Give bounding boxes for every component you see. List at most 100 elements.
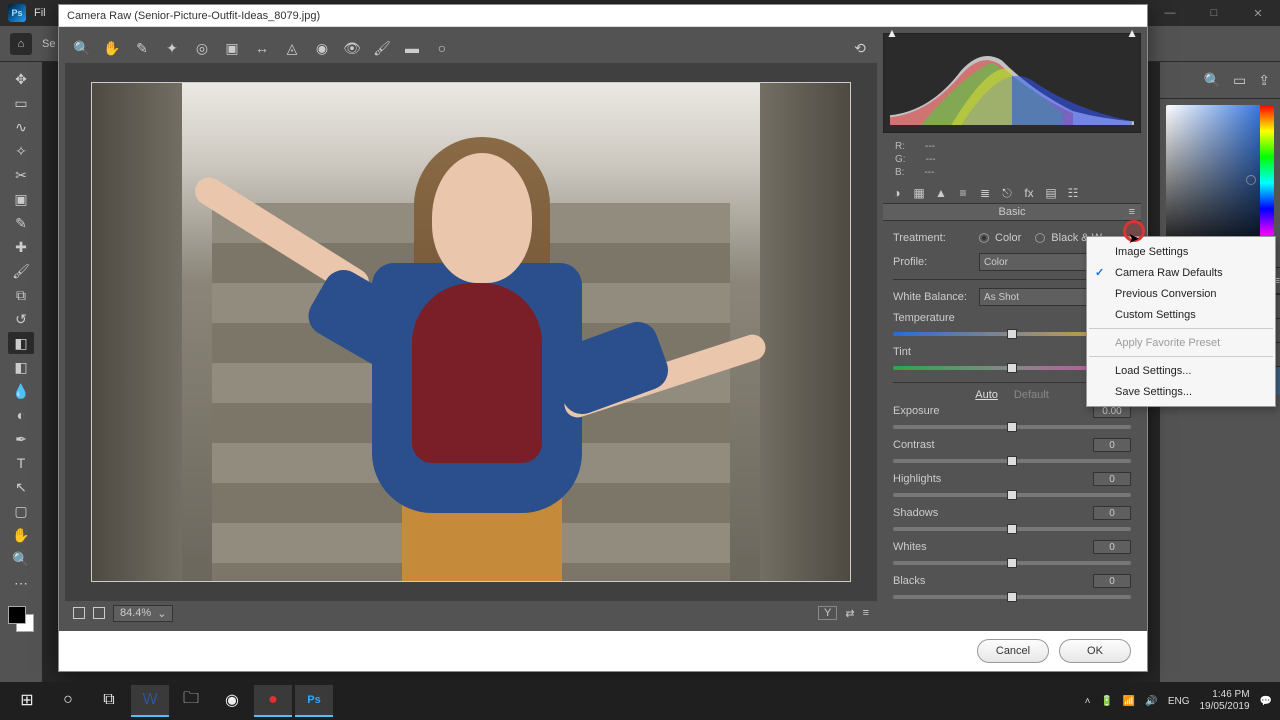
contrast-slider[interactable]	[893, 455, 1131, 467]
search-icon[interactable]: 🔍	[1204, 72, 1221, 89]
treatment-bw-radio[interactable]	[1035, 233, 1045, 243]
tray-chevron-icon[interactable]: ˄	[1085, 696, 1091, 707]
cr-target-adjust-icon[interactable]: ◎	[193, 39, 211, 57]
cr-redeye-icon[interactable]: 👁	[343, 39, 361, 57]
start-button[interactable]: ⊞	[8, 685, 46, 717]
shadows-slider[interactable]	[893, 523, 1131, 535]
cancel-button[interactable]: Cancel	[977, 639, 1049, 663]
tray-lang[interactable]: ENG	[1168, 696, 1190, 707]
explorer-icon[interactable]: 🗀	[172, 685, 210, 717]
path-tool-icon[interactable]: ↖	[8, 476, 34, 498]
tab-detail-icon[interactable]: ▲	[933, 185, 949, 201]
heal-tool-icon[interactable]: ✚	[8, 236, 34, 258]
eraser-tool-icon[interactable]: ◧	[8, 332, 34, 354]
ok-button[interactable]: OK	[1059, 639, 1131, 663]
gradient-tool-icon[interactable]: ◧	[8, 356, 34, 378]
cr-rotate-icon[interactable]: ⟲	[851, 39, 869, 57]
shadows-value[interactable]: 0	[1093, 506, 1131, 520]
frame-tool-icon[interactable]: ▣	[8, 188, 34, 210]
tab-fx-icon[interactable]: fx	[1021, 185, 1037, 201]
share-icon[interactable]: ⇪	[1258, 72, 1270, 89]
panel-flyout-icon[interactable]: ≡	[1129, 206, 1135, 218]
search-taskbar-icon[interactable]: ○	[49, 685, 87, 717]
menu-custom-settings[interactable]: Custom Settings	[1087, 304, 1275, 325]
exposure-slider[interactable]	[893, 421, 1131, 433]
tray-volume-icon[interactable]: 🔊	[1145, 696, 1157, 707]
menu-camera-raw-defaults[interactable]: Camera Raw Defaults	[1087, 262, 1275, 283]
cr-straighten-icon[interactable]: ↔	[253, 39, 271, 57]
lasso-tool-icon[interactable]: ∿	[8, 116, 34, 138]
histogram[interactable]: ▲ ▲	[883, 33, 1141, 133]
tray-clock[interactable]: 1:46 PM19/05/2019	[1199, 689, 1249, 713]
menu-file[interactable]: Fil	[34, 7, 46, 19]
cr-zoom-tool-icon[interactable]: 🔍	[73, 39, 91, 57]
tab-calib-icon[interactable]: ▤	[1043, 185, 1059, 201]
highlights-slider[interactable]	[893, 489, 1131, 501]
chrome-icon[interactable]: ◉	[213, 685, 251, 717]
settings-footer-icon[interactable]: ≡	[863, 607, 869, 619]
stamp-tool-icon[interactable]: ⧉	[8, 284, 34, 306]
contrast-value[interactable]: 0	[1093, 438, 1131, 452]
default-button[interactable]: Default	[1014, 389, 1049, 401]
shape-tool-icon[interactable]: ▢	[8, 500, 34, 522]
tab-lens-icon[interactable]: ⎋	[999, 185, 1015, 201]
word-icon[interactable]: W	[131, 685, 169, 717]
menu-load-settings[interactable]: Load Settings...	[1087, 360, 1275, 381]
menu-save-settings[interactable]: Save Settings...	[1087, 381, 1275, 402]
recorder-icon[interactable]: ●	[254, 685, 292, 717]
menu-image-settings[interactable]: Image Settings	[1087, 241, 1275, 262]
history-brush-icon[interactable]: ↺	[8, 308, 34, 330]
cr-brush-icon[interactable]: 🖌	[373, 39, 391, 57]
cr-crop-tool-icon[interactable]: ▣	[223, 39, 241, 57]
treatment-color-radio[interactable]	[979, 233, 989, 243]
shadow-clip-icon[interactable]: ▲	[886, 27, 898, 40]
tray-wifi-icon[interactable]: 📶	[1123, 696, 1135, 707]
color-swatch[interactable]	[8, 606, 34, 632]
home-icon[interactable]: ⌂	[10, 33, 32, 55]
tab-basic-icon[interactable]: ◑	[889, 185, 905, 201]
cr-radial-filter-icon[interactable]: ○	[433, 39, 451, 57]
move-tool-icon[interactable]: ✥	[8, 68, 34, 90]
workspace-icon[interactable]: ▭	[1233, 72, 1246, 89]
cr-wb-tool-icon[interactable]: ✎	[133, 39, 151, 57]
cr-grad-filter-icon[interactable]: ▬	[403, 39, 421, 57]
notifications-icon[interactable]: 💬	[1260, 696, 1272, 707]
maximize-button[interactable]: □	[1192, 0, 1236, 26]
tab-presets-icon[interactable]: ☷	[1065, 185, 1081, 201]
tray-battery-icon[interactable]: 🔋	[1100, 696, 1112, 707]
whites-value[interactable]: 0	[1093, 540, 1131, 554]
type-tool-icon[interactable]: T	[8, 452, 34, 474]
wand-tool-icon[interactable]: ✧	[8, 140, 34, 162]
minimize-button[interactable]: —	[1148, 0, 1192, 26]
color-picker-ring[interactable]	[1246, 175, 1256, 185]
zoom-dropdown[interactable]: 84.4%⌄	[113, 605, 173, 622]
save-image-icon[interactable]	[73, 607, 85, 619]
blur-tool-icon[interactable]: 💧	[8, 380, 34, 402]
tab-hsl-icon[interactable]: ≡	[955, 185, 971, 201]
cr-transform-icon[interactable]: ◬	[283, 39, 301, 57]
zoom-tool-icon[interactable]: 🔍	[8, 548, 34, 570]
menu-previous-conversion[interactable]: Previous Conversion	[1087, 283, 1275, 304]
grid-icon[interactable]	[93, 607, 105, 619]
before-after-toggle[interactable]: Y	[818, 606, 837, 620]
more-tools-icon[interactable]: ⋯	[8, 572, 34, 594]
auto-button[interactable]: Auto	[975, 389, 998, 401]
marquee-tool-icon[interactable]: ▭	[8, 92, 34, 114]
brush-tool-icon[interactable]: 🖌	[8, 260, 34, 282]
highlights-value[interactable]: 0	[1093, 472, 1131, 486]
crop-tool-icon[interactable]: ✂	[8, 164, 34, 186]
cr-hand-tool-icon[interactable]: ✋	[103, 39, 121, 57]
close-button[interactable]: ✕	[1236, 0, 1280, 26]
tab-curve-icon[interactable]: ▦	[911, 185, 927, 201]
preview-image[interactable]	[91, 82, 851, 582]
blacks-value[interactable]: 0	[1093, 574, 1131, 588]
photoshop-taskbar-icon[interactable]: Ps	[295, 685, 333, 717]
swap-icon[interactable]: ⇄	[845, 607, 854, 620]
taskview-icon[interactable]: ⧉	[90, 685, 128, 717]
whites-slider[interactable]	[893, 557, 1131, 569]
cr-color-sampler-icon[interactable]: ✦	[163, 39, 181, 57]
hand-tool-icon[interactable]: ✋	[8, 524, 34, 546]
pen-tool-icon[interactable]: ✒	[8, 428, 34, 450]
dodge-tool-icon[interactable]: ◐	[8, 404, 34, 426]
blacks-slider[interactable]	[893, 591, 1131, 603]
